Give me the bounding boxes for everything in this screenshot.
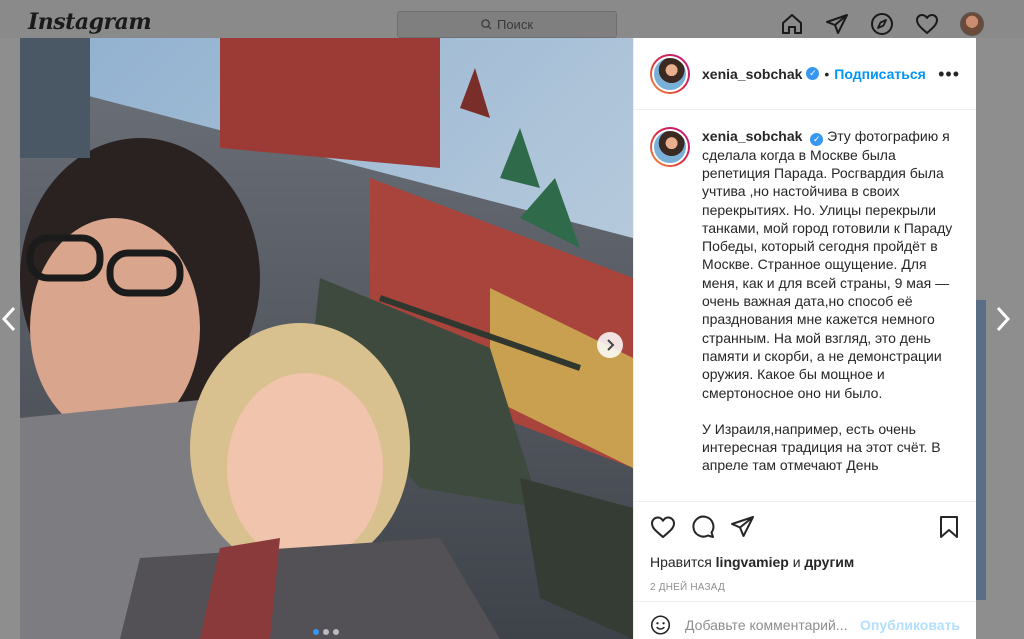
likes-others-link[interactable]: другим bbox=[804, 554, 854, 570]
caption-paragraph-1: Эту фотографию я сделала когда в Москве … bbox=[702, 128, 953, 401]
comment-input[interactable] bbox=[685, 616, 861, 633]
profile-avatar[interactable] bbox=[960, 12, 984, 36]
likes-summary: Нравится lingvamiep и другим bbox=[650, 554, 960, 570]
header-separator: • bbox=[824, 65, 830, 82]
top-navigation: Instagram Поиск bbox=[0, 0, 1024, 38]
home-icon[interactable] bbox=[780, 12, 804, 36]
verified-badge-icon: ✓ bbox=[810, 132, 824, 146]
photo-illustration bbox=[20, 38, 633, 639]
carousel-next-button[interactable] bbox=[597, 332, 623, 358]
save-button[interactable] bbox=[938, 515, 960, 539]
direct-icon[interactable] bbox=[825, 12, 849, 36]
caption-text: xenia_sobchak ✓ Эту фотографию я сделала… bbox=[702, 127, 960, 475]
share-button[interactable] bbox=[730, 515, 756, 539]
follow-button[interactable]: Подписаться bbox=[834, 66, 926, 82]
next-post-arrow[interactable] bbox=[994, 305, 1012, 338]
publish-button[interactable]: Опубликовать bbox=[860, 617, 960, 633]
emoji-icon[interactable] bbox=[650, 613, 671, 637]
search-box[interactable]: Поиск bbox=[397, 11, 617, 38]
caption-comment: xenia_sobchak ✓ Эту фотографию я сделала… bbox=[650, 127, 960, 475]
direct-share-icon bbox=[731, 516, 754, 537]
like-button[interactable] bbox=[650, 515, 676, 539]
explore-icon[interactable] bbox=[870, 12, 894, 36]
previous-post-arrow[interactable] bbox=[0, 305, 18, 338]
author-avatar[interactable] bbox=[650, 53, 690, 94]
caption-username[interactable]: xenia_sobchak bbox=[702, 128, 802, 144]
carousel-dot bbox=[333, 629, 339, 635]
instagram-logo[interactable]: Instagram bbox=[28, 9, 152, 35]
post-header: xenia_sobchak ✓ • Подписаться ••• bbox=[634, 38, 976, 110]
chevron-right-icon bbox=[996, 306, 1011, 332]
post-photo[interactable] bbox=[20, 38, 633, 639]
background-feed-right bbox=[976, 52, 1024, 252]
likes-user-link[interactable]: lingvamiep bbox=[716, 554, 789, 570]
chevron-right-icon bbox=[607, 339, 615, 351]
search-icon bbox=[481, 19, 492, 30]
post-actions-section: Нравится lingvamiep и другим 2 ДНЕЙ НАЗА… bbox=[634, 501, 976, 593]
caption-author-avatar[interactable] bbox=[650, 127, 690, 167]
caption-scroll-area[interactable]: xenia_sobchak ✓ Эту фотографию я сделала… bbox=[634, 111, 976, 501]
post-details-panel: xenia_sobchak ✓ • Подписаться ••• xenia_… bbox=[633, 38, 976, 639]
search-placeholder: Поиск bbox=[496, 17, 534, 32]
verified-badge-icon: ✓ bbox=[806, 67, 820, 80]
background-thumbnail bbox=[976, 300, 986, 600]
carousel-indicator bbox=[313, 629, 339, 635]
carousel-dot bbox=[323, 629, 329, 635]
post-timestamp[interactable]: 2 ДНЕЙ НАЗАД bbox=[650, 582, 960, 593]
likes-conjunction: и bbox=[792, 554, 801, 570]
activity-heart-icon[interactable] bbox=[915, 12, 939, 36]
post-modal: xenia_sobchak ✓ • Подписаться ••• xenia_… bbox=[20, 38, 976, 639]
likes-prefix: Нравится bbox=[650, 554, 712, 570]
comment-button[interactable] bbox=[690, 515, 716, 539]
add-comment-bar: Опубликовать bbox=[634, 601, 976, 639]
chevron-left-icon bbox=[1, 306, 16, 332]
comment-icon bbox=[692, 515, 715, 538]
carousel-dot bbox=[313, 629, 319, 635]
bookmark-icon bbox=[940, 516, 958, 538]
action-buttons bbox=[650, 502, 960, 548]
more-options-icon[interactable]: ••• bbox=[938, 65, 960, 83]
author-username[interactable]: xenia_sobchak bbox=[702, 66, 802, 82]
heart-icon bbox=[651, 516, 675, 538]
caption-paragraph-2: У Израиля,например, есть очень интересна… bbox=[702, 420, 941, 474]
